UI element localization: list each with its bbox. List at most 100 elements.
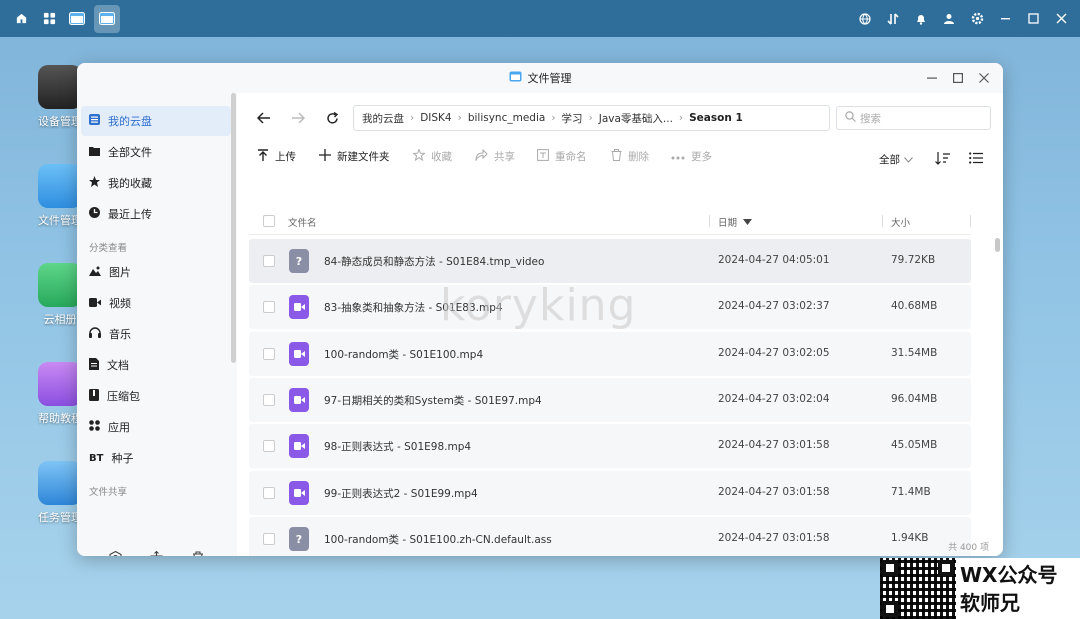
section-share-title: 文件共享 — [89, 487, 128, 498]
video-file-icon — [289, 342, 309, 366]
breadcrumb-item[interactable]: DISK4 — [420, 112, 451, 124]
sort-icon[interactable] — [934, 150, 950, 166]
file-size: 40.68MB — [891, 300, 938, 312]
maximize-icon[interactable] — [951, 69, 965, 87]
table-row[interactable]: 97-日期相关的类和System类 - S01E97.mp4 2024-04-2… — [249, 378, 971, 422]
minimize-icon[interactable] — [996, 10, 1014, 28]
sidebar-item-label: 最近上传 — [108, 208, 152, 221]
table-row[interactable]: 83-抽象类和抽象方法 - S01E83.mp4 2024-04-27 03:0… — [249, 285, 971, 329]
row-checkbox[interactable] — [263, 348, 275, 360]
row-checkbox[interactable] — [263, 487, 275, 499]
header-name[interactable]: 文件名 — [288, 215, 317, 229]
share-button[interactable]: 共享 — [475, 148, 515, 164]
forward-icon[interactable] — [287, 107, 309, 129]
file-date: 2024-04-27 03:02:37 — [718, 300, 830, 312]
file-name: 84-静态成员和静态方法 - S01E84.tmp_video — [324, 256, 545, 268]
video-file-icon — [289, 481, 309, 505]
select-all-checkbox[interactable] — [263, 215, 275, 227]
favorite-button[interactable]: 收藏 — [412, 148, 452, 164]
column-divider[interactable] — [970, 215, 971, 227]
column-divider[interactable] — [709, 215, 710, 227]
task-chart-icon — [38, 461, 82, 505]
sidebar-item-music[interactable]: 音乐 — [81, 319, 231, 349]
window-titlebar[interactable]: 文件管理 — [77, 63, 1003, 93]
sidebar-item-label: 图片 — [109, 266, 131, 279]
column-divider[interactable] — [882, 215, 883, 227]
row-checkbox[interactable] — [263, 533, 275, 545]
chevron-right-icon: › — [678, 112, 684, 124]
transfer-icon[interactable] — [884, 10, 902, 28]
new-folder-button[interactable]: 新建文件夹 — [319, 149, 390, 164]
header-size[interactable]: 大小 — [891, 215, 910, 229]
breadcrumb-item[interactable]: Java零基础入... — [599, 111, 673, 126]
sidebar-item-favorites[interactable]: 我的收藏 — [81, 168, 231, 198]
maximize-icon[interactable] — [1024, 10, 1042, 28]
list-view-icon[interactable] — [968, 150, 984, 166]
sidebar-item-videos[interactable]: 视频 — [81, 288, 231, 318]
archive-icon — [89, 388, 99, 404]
sidebar-item-my-cloud[interactable]: 我的云盘 — [81, 106, 231, 136]
sidebar-item-documents[interactable]: 文档 — [81, 350, 231, 380]
sidebar-item-torrents[interactable]: BT 种子 — [81, 443, 231, 473]
transfer-box-icon[interactable] — [148, 548, 166, 556]
settings-icon[interactable] — [968, 10, 986, 28]
refresh-icon[interactable] — [321, 107, 343, 129]
file-date: 2024-04-27 03:01:58 — [718, 439, 830, 451]
item-count: 共 400 项 — [948, 543, 989, 553]
row-checkbox[interactable] — [263, 394, 275, 406]
breadcrumb: 我的云盘 › DISK4 › bilisync_media › 学习 › Java零基础… — [353, 105, 830, 131]
sidebar-scrollbar[interactable] — [231, 93, 236, 363]
close-icon[interactable] — [977, 69, 991, 87]
file-list-scrollbar[interactable] — [995, 238, 1000, 252]
sidebar-item-label: 视频 — [109, 297, 131, 310]
table-row[interactable]: ? 84-静态成员和静态方法 - S01E84.tmp_video 2024-0… — [249, 239, 971, 283]
rename-button[interactable]: 重命名 — [537, 149, 587, 164]
unknown-file-icon: ? — [289, 249, 309, 273]
header-date-sort[interactable]: 日期 — [718, 215, 753, 229]
sidebar-item-label: 压缩包 — [107, 390, 140, 403]
more-button[interactable]: 更多 — [671, 149, 712, 164]
file-date: 2024-04-27 03:02:04 — [718, 393, 830, 405]
user-icon[interactable] — [940, 10, 958, 28]
minimize-icon[interactable] — [925, 69, 939, 87]
table-row[interactable]: ? 100-random类 - S01E100.zh-CN.default.as… — [249, 517, 971, 556]
apps-grid-icon[interactable] — [38, 8, 60, 30]
close-icon[interactable] — [1052, 10, 1070, 28]
taskbar — [0, 0, 1080, 37]
breadcrumb-item[interactable]: bilisync_media — [468, 112, 545, 124]
file-name: 99-正则表达式2 - S01E99.mp4 — [324, 488, 478, 500]
trash-icon[interactable] — [189, 548, 207, 556]
image-icon — [89, 266, 101, 279]
table-row[interactable]: 99-正则表达式2 - S01E99.mp4 2024-04-27 03:01:… — [249, 471, 971, 515]
file-size: 96.04MB — [891, 393, 938, 405]
row-checkbox[interactable] — [263, 255, 275, 267]
sidebar-item-images[interactable]: 图片 — [81, 257, 231, 287]
window-icon[interactable] — [66, 8, 88, 30]
sidebar-item-apps[interactable]: 应用 — [81, 412, 231, 442]
globe-icon[interactable] — [856, 10, 874, 28]
video-file-icon — [289, 434, 309, 458]
row-checkbox[interactable] — [263, 301, 275, 313]
back-icon[interactable] — [253, 107, 275, 129]
more-label: 更多 — [691, 151, 712, 163]
sidebar-item-archives[interactable]: 压缩包 — [81, 381, 231, 411]
upload-button[interactable]: 上传 — [257, 149, 296, 164]
sidebar-item-all-files[interactable]: 全部文件 — [81, 137, 231, 167]
search-input[interactable]: 搜索 — [836, 106, 991, 130]
trash-icon — [611, 149, 622, 164]
row-checkbox[interactable] — [263, 440, 275, 452]
bell-icon[interactable] — [912, 10, 930, 28]
table-row[interactable]: 98-正则表达式 - S01E98.mp4 2024-04-27 03:01:5… — [249, 424, 971, 468]
breadcrumb-item[interactable]: 我的云盘 — [362, 111, 404, 126]
sidebar-item-recent[interactable]: 最近上传 — [81, 199, 231, 229]
filter-dropdown[interactable]: 全部 — [879, 152, 913, 167]
table-row[interactable]: 100-random类 - S01E100.mp4 2024-04-27 03:… — [249, 332, 971, 376]
breadcrumb-item[interactable]: 学习 — [562, 111, 583, 126]
sidebar-item-label: 应用 — [108, 421, 130, 434]
chevron-right-icon: › — [410, 112, 415, 124]
home-icon[interactable] — [10, 8, 32, 30]
sort-desc-icon — [743, 217, 753, 228]
file-manager-icon[interactable] — [94, 4, 120, 33]
delete-button[interactable]: 删除 — [611, 149, 649, 164]
settings-hex-icon[interactable] — [107, 548, 125, 556]
